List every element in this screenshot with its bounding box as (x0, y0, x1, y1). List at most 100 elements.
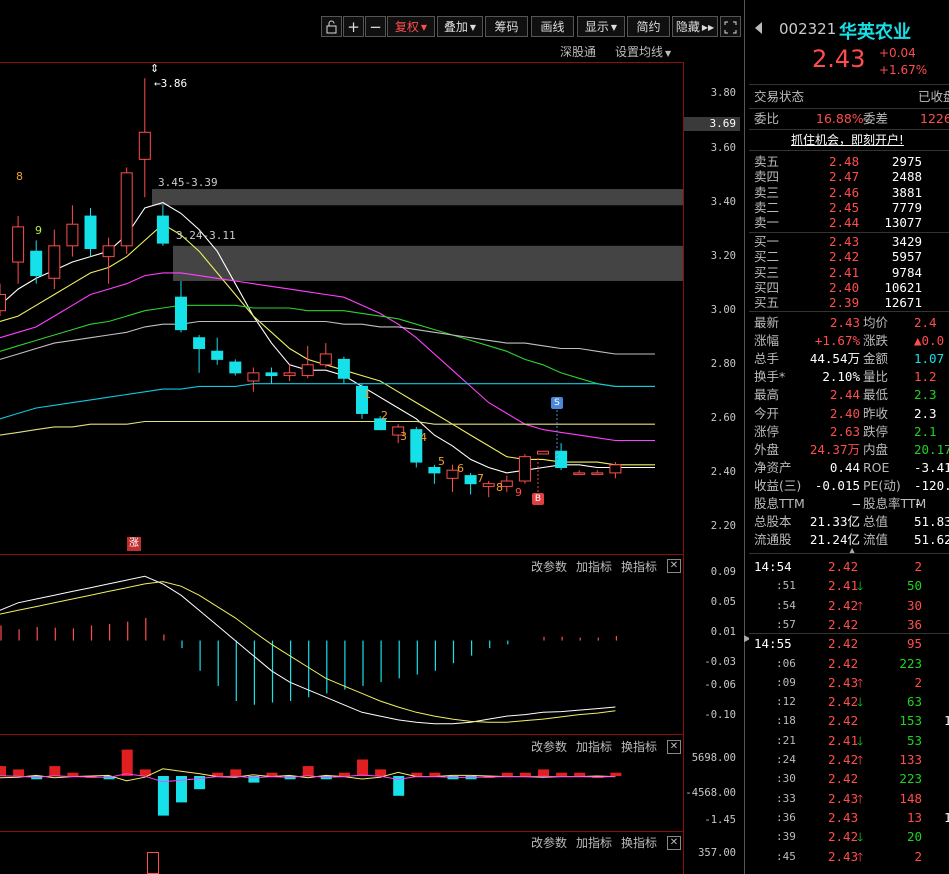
bid-row[interactable]: 买三 2.41 9784 (754, 265, 949, 280)
zoom-in-icon[interactable]: + (343, 16, 364, 37)
ind3-edit-params-link[interactable]: 改参数 (531, 834, 567, 851)
zoom-out-icon[interactable]: − (365, 16, 386, 37)
tick-row[interactable]: :09 2.43 🡑 2 (754, 674, 949, 692)
tick-row[interactable]: :24 2.42 🡑 133 (754, 751, 949, 769)
back-arrow-icon[interactable] (755, 22, 762, 34)
candle[interactable] (283, 364, 296, 381)
tick-row[interactable]: :30 2.42 223 (754, 770, 949, 788)
bid-row[interactable]: 买五 2.39 12671 (754, 295, 949, 310)
tick-row[interactable]: 14:54 2.42 2 (754, 558, 949, 576)
ask-row[interactable]: 卖四 2.47 2488 (754, 169, 949, 184)
tick-row[interactable]: :12 2.42 🡓 63 (754, 693, 949, 711)
tick-row[interactable]: :21 2.41 🡓 53 (754, 732, 949, 750)
level-label: 卖三 (754, 184, 780, 200)
hide-button[interactable]: 隐藏 ▶▶ (672, 16, 718, 37)
bid-row[interactable]: 买一 2.43 3429 (754, 234, 949, 249)
tick-row[interactable]: :54 2.42 🡑 30 (754, 597, 949, 615)
candle[interactable] (229, 359, 242, 376)
adjust-button[interactable]: 复权 ▼ (387, 16, 435, 37)
tick-volume: 63 (906, 694, 922, 710)
tick-row[interactable]: :57 2.42 36 (754, 616, 949, 634)
ind2-axis-bottom: -1.45 (704, 814, 736, 826)
ma-settings-link[interactable]: 设置均线 ▼ (615, 43, 671, 60)
tick-row[interactable]: :18 2.42 153 1 (754, 712, 949, 730)
candle[interactable] (211, 337, 224, 365)
sell-signal-marker[interactable]: S (551, 397, 563, 409)
candle[interactable] (609, 462, 622, 479)
ask-row[interactable]: 卖三 2.46 3881 (754, 185, 949, 200)
stat-label: 最新 (754, 315, 780, 330)
fullscreen-icon[interactable] (720, 16, 741, 37)
candle[interactable] (319, 343, 332, 368)
stat-value: -120.6 (914, 477, 949, 493)
tick-row[interactable]: :45 2.43 🡑 2 (754, 848, 949, 866)
tick-row[interactable]: :36 2.43 13 1 (754, 809, 949, 827)
ask-row[interactable]: 卖一 2.44 13077 (754, 215, 949, 230)
buy-signal-marker[interactable]: B (532, 493, 544, 505)
candle[interactable] (120, 167, 133, 254)
macd-axis-tick: 0.05 (710, 595, 736, 608)
stat-label: 涨停 (754, 423, 780, 439)
candle[interactable] (482, 481, 495, 498)
bid-row[interactable]: 买二 2.42 5957 (754, 249, 949, 264)
candle[interactable] (464, 472, 477, 495)
flow-bar (610, 772, 622, 776)
candle[interactable] (518, 453, 531, 484)
candle[interactable] (84, 207, 97, 257)
candle[interactable] (30, 240, 43, 284)
tick-up-arrow-icon: 🡑 (857, 849, 864, 864)
tick-extra: 1 (944, 713, 949, 729)
candle[interactable] (66, 205, 79, 257)
promo-link[interactable]: 抓住机会，即刻开户! (791, 131, 904, 148)
tick-down-arrow-icon: 🡓 (857, 579, 864, 594)
stat-value: -0.015 (814, 477, 860, 493)
candle[interactable] (138, 78, 151, 198)
candle[interactable] (337, 356, 350, 384)
candle[interactable] (193, 335, 206, 373)
tick-row[interactable]: :33 2.43 🡑 148 (754, 790, 949, 808)
candle[interactable] (156, 205, 169, 246)
bid-row[interactable]: 买四 2.40 10621 (754, 280, 949, 295)
tick-price: 2.42 (828, 829, 859, 845)
hk-connect-link[interactable]: 深股通 (560, 43, 596, 60)
candle[interactable] (301, 345, 314, 379)
candle[interactable] (265, 367, 278, 384)
candle[interactable] (537, 450, 549, 455)
price-change: +0.04 (879, 46, 916, 60)
level-volume: 7779 (891, 199, 922, 215)
candlestick-chart[interactable] (0, 62, 683, 554)
macd-axis-tick: -0.10 (704, 709, 736, 722)
tick-row[interactable]: :39 2.42 🡓 20 (754, 828, 949, 846)
candle[interactable] (48, 229, 61, 290)
candle[interactable] (247, 367, 260, 392)
simple-button[interactable]: 简约 (627, 16, 670, 37)
macd-chart[interactable] (0, 565, 683, 735)
candle[interactable] (102, 237, 115, 284)
chips-button[interactable]: 筹码 (485, 16, 528, 37)
trade-status-row: 交易状态已收盘 (754, 89, 949, 104)
candle[interactable] (0, 283, 6, 317)
stat-row: 总股本 21.33亿 总值 51.83 (754, 513, 949, 531)
zone1-label: 3.45-3.39 (158, 176, 218, 189)
candle[interactable] (12, 216, 25, 284)
ind3-close-icon[interactable]: ✕ (667, 836, 681, 850)
stat-value: — (852, 496, 860, 511)
tick-row[interactable]: :06 2.42 223 (754, 655, 949, 673)
level-label: 卖五 (754, 154, 780, 169)
tick-row[interactable]: :51 2.41 🡓 50 (754, 577, 949, 595)
ask-row[interactable]: 卖五 2.48 2975 (754, 154, 949, 169)
candle[interactable] (591, 470, 604, 475)
price-axis-tick: 3.20 (710, 249, 736, 262)
tick-row[interactable]: 14:55 2.42 95 (754, 635, 949, 653)
draw-line-button[interactable]: 画线 (531, 16, 574, 37)
candle[interactable] (175, 280, 187, 333)
overlay-button[interactable]: 叠加 ▼ (437, 16, 483, 37)
level-price: 2.39 (829, 295, 860, 311)
lock-icon[interactable] (321, 16, 342, 37)
display-button[interactable]: 显示 ▼ (577, 16, 625, 37)
candle[interactable] (573, 470, 586, 475)
ind3-switch-indicator-link[interactable]: 换指标 (621, 834, 657, 851)
ind3-add-indicator-link[interactable]: 加指标 (576, 834, 612, 851)
ask-row[interactable]: 卖二 2.45 7779 (754, 200, 949, 215)
fund-flow-chart[interactable] (0, 748, 683, 830)
